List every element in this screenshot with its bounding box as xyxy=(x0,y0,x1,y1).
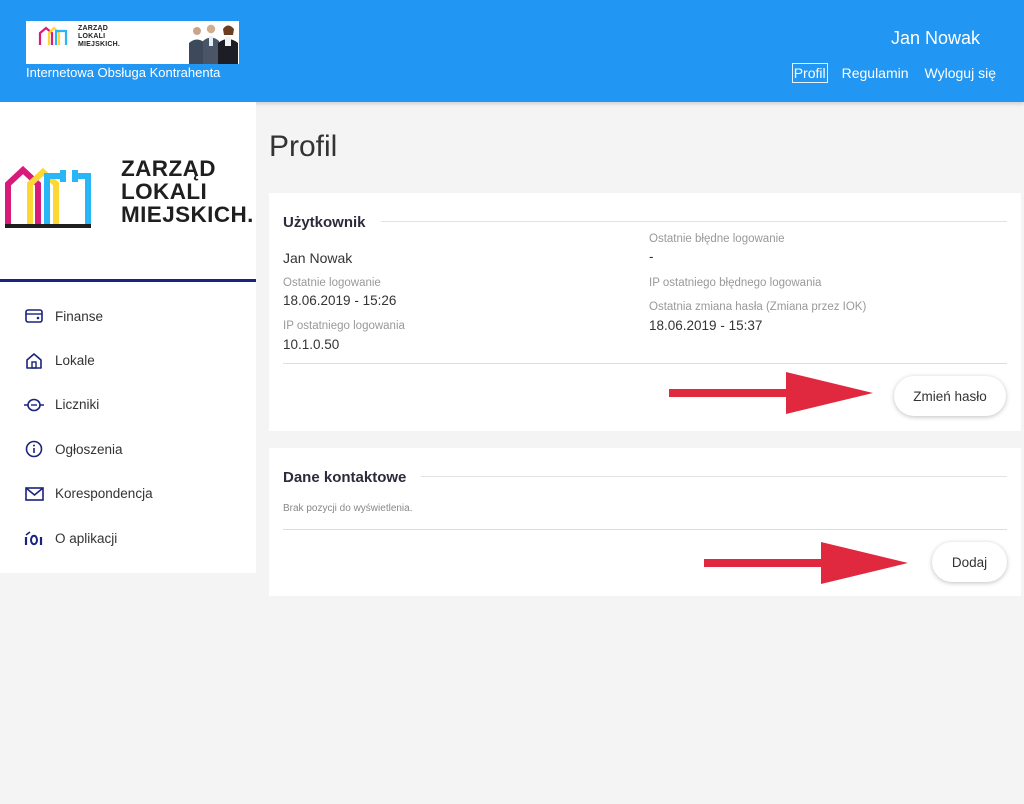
nav-profil-link[interactable]: Profil xyxy=(791,63,828,83)
password-change-label: Ostatnia zmiana hasła (Zmiana przez IOK) xyxy=(649,301,867,313)
sidebar-item-label: Liczniki xyxy=(55,397,100,413)
sidebar-menu: Finanse Lokale Liczniki Ogłoszenia Kores… xyxy=(0,294,256,560)
sidebar-item-korespondencja[interactable]: Korespondencja xyxy=(0,472,256,516)
last-failed-login-value: - xyxy=(649,249,654,264)
sidebar-item-label: Finanse xyxy=(55,308,104,324)
page-title: Profil xyxy=(269,130,338,163)
user-card-heading: Użytkownik xyxy=(283,214,366,231)
header-banner: ZARZĄD LOKALI MIEJSKICH. xyxy=(26,21,239,64)
sidebar-item-label: Ogłoszenia xyxy=(55,441,123,457)
sidebar-item-ogloszenia[interactable]: Ogłoszenia xyxy=(0,427,256,471)
sidebar-divider xyxy=(0,279,256,282)
business-people-photo xyxy=(184,21,239,64)
logged-user-name: Jan Nowak xyxy=(890,28,980,48)
sidebar-item-o-aplikacji[interactable]: O aplikacji xyxy=(0,516,256,560)
last-login-value: 18.06.2019 - 15:26 xyxy=(283,293,397,308)
heading-divider xyxy=(421,476,1007,477)
user-card: Użytkownik Jan Nowak Ostatnie logowanie … xyxy=(269,193,1021,431)
nav-logout-link[interactable]: Wyloguj się xyxy=(923,63,998,83)
meter-icon xyxy=(24,395,44,415)
top-nav: Profil Regulamin Wyloguj się xyxy=(791,63,998,83)
sidebar-item-finanse[interactable]: Finanse xyxy=(0,294,256,338)
add-contact-button[interactable]: Dodaj xyxy=(932,542,1007,582)
heading-divider xyxy=(381,221,1007,222)
nav-regulamin-link[interactable]: Regulamin xyxy=(840,63,911,83)
top-header: ZARZĄD LOKALI MIEJSKICH. Internetowa Obsłu… xyxy=(0,0,1024,102)
zlm-houses-logo-icon xyxy=(5,165,91,228)
sidebar-item-lokale[interactable]: Lokale xyxy=(0,338,256,382)
password-change-value: 18.06.2019 - 15:37 xyxy=(649,318,763,333)
contact-card-heading: Dane kontaktowe xyxy=(283,469,407,486)
sidebar-item-label: Korespondencja xyxy=(55,486,153,502)
empty-list-message: Brak pozycji do wyświetlenia. xyxy=(283,503,413,514)
contact-card: Dane kontaktowe Brak pozycji do wyświetl… xyxy=(269,448,1021,596)
red-arrow-icon xyxy=(704,542,908,584)
red-arrow-icon xyxy=(669,372,873,414)
app-subtitle: Internetowa Obsługa Kontrahenta xyxy=(26,65,221,80)
card-separator xyxy=(283,363,1007,364)
info-icon xyxy=(24,439,44,459)
sidebar-item-label: O aplikacji xyxy=(55,530,118,546)
sidebar-item-liczniki[interactable]: Liczniki xyxy=(0,383,256,427)
zlm-logo-icon xyxy=(38,26,68,45)
last-login-label: Ostatnie logowanie xyxy=(283,277,381,289)
sidebar-logo-text: ZARZĄD LOKALI MIEJSKICH. xyxy=(121,156,254,227)
banner-logo-text: ZARZĄD LOKALI MIEJSKICH. xyxy=(78,25,121,48)
sidebar-logo: ZARZĄD LOKALI MIEJSKICH. xyxy=(5,157,255,237)
envelope-icon xyxy=(24,484,44,504)
about-icon xyxy=(24,528,44,548)
change-password-button[interactable]: Zmień hasło xyxy=(894,376,1006,416)
home-icon xyxy=(24,351,44,371)
last-failed-login-label: Ostatnie błędne logowanie xyxy=(649,233,785,245)
last-failed-ip-label: IP ostatniego błędnego logowania xyxy=(649,277,822,289)
last-login-ip-label: IP ostatniego logowania xyxy=(283,320,405,332)
sidebar: ZARZĄD LOKALI MIEJSKICH. Finanse Lokale … xyxy=(0,102,256,573)
card-separator xyxy=(283,529,1007,530)
wallet-icon xyxy=(24,306,44,326)
sidebar-item-label: Lokale xyxy=(55,353,95,369)
user-full-name: Jan Nowak xyxy=(283,250,353,266)
last-login-ip-value: 10.1.0.50 xyxy=(283,337,340,352)
